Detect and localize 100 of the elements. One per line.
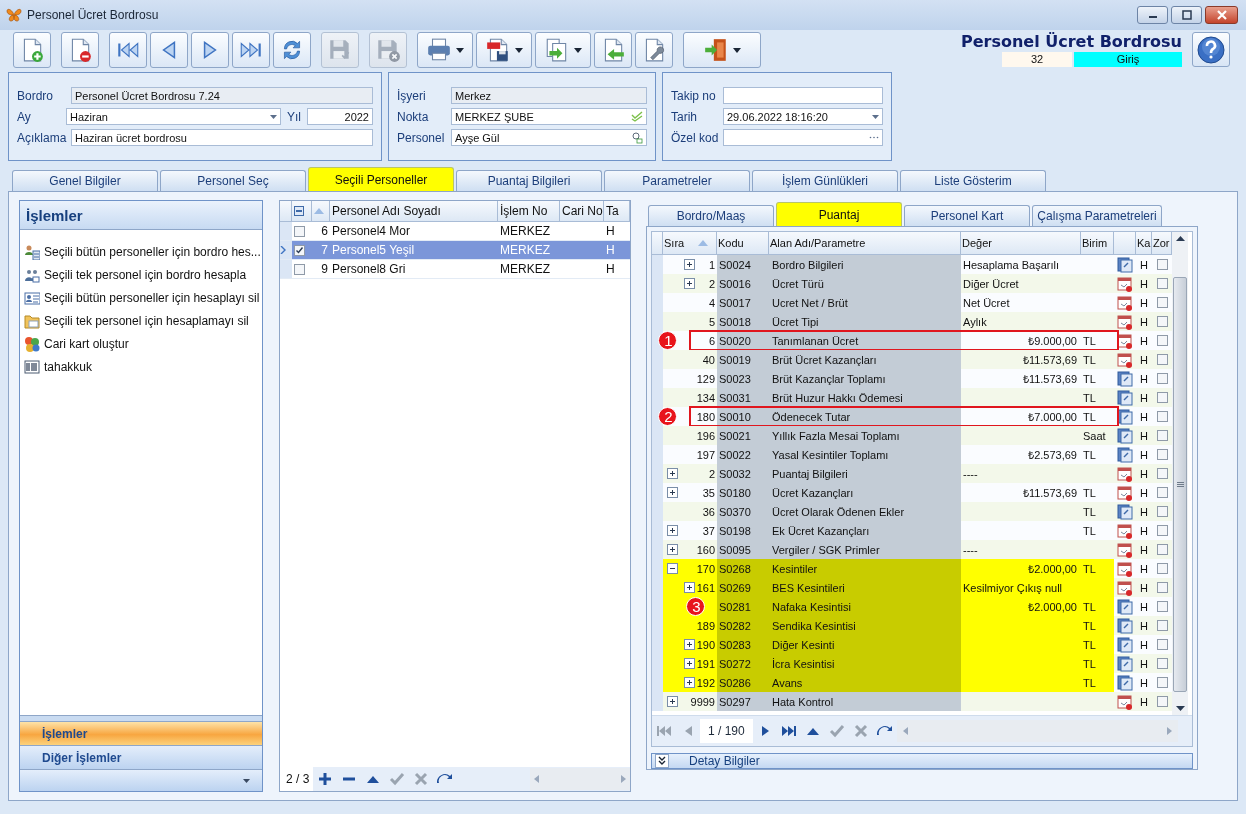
checkbox[interactable] (1156, 601, 1168, 612)
expand-toggle[interactable] (684, 639, 695, 650)
document-arrow-button[interactable] (594, 32, 632, 68)
checkbox[interactable] (1156, 544, 1168, 555)
input-field[interactable]: Merkez (451, 87, 647, 104)
checkbox[interactable] (1156, 658, 1168, 669)
column-header[interactable]: Birim (1081, 232, 1114, 254)
checkbox[interactable] (1156, 525, 1168, 536)
checkbox[interactable] (1156, 392, 1168, 403)
table-row[interactable]: 129 S0023 Brüt Kazançlar Toplamı ₺11.573,69 TL H (652, 369, 1172, 388)
checkbox[interactable] (1156, 620, 1168, 631)
triangle-right-button[interactable] (191, 32, 229, 68)
table-row[interactable]: 36 S0370 Ücret Olarak Ödenen Ekler TL H (652, 502, 1172, 521)
table-row[interactable]: 197 S0022 Yasal Kesintiler Toplamı ₺2.573,69 TL H (652, 445, 1172, 464)
expand-toggle[interactable] (667, 563, 678, 574)
action-item[interactable]: Seçili tek personel için bordro hesapla (22, 263, 262, 286)
checkbox[interactable] (1156, 411, 1168, 422)
tab[interactable]: Bordro/Maaş (648, 205, 774, 226)
table-row[interactable]: 189 S0282 Sendika Kesintisi TL H (652, 616, 1172, 635)
checkbox[interactable] (1156, 487, 1168, 498)
input-field[interactable]: 29.06.2022 18:16:20 (723, 108, 883, 125)
table-row[interactable]: 2 S0016 Ücret Türü Diğer Ücret H (652, 274, 1172, 293)
checkbox[interactable] (1156, 335, 1168, 346)
column-header[interactable]: Sıra (663, 232, 717, 254)
table-row[interactable]: 1 6 S0020 Tanımlanan Ücret ₺9.000,00 TL H (652, 331, 1172, 350)
checkbox[interactable] (1156, 696, 1168, 707)
checkbox[interactable] (1156, 259, 1168, 270)
table-row[interactable]: 37 S0198 Ek Ücret Kazançları TL H (652, 521, 1172, 540)
skip-last-button[interactable] (232, 32, 270, 68)
input-field[interactable]: Personel Ücret Bordrosu 7.24 (71, 87, 373, 104)
tab[interactable]: Personel Kart (904, 205, 1030, 226)
table-row[interactable]: 9999 S0297 Hata Kontrol H (652, 692, 1172, 711)
expand-toggle[interactable] (684, 259, 695, 270)
input-field[interactable] (723, 129, 883, 146)
table-row[interactable]: 40 S0019 Brüt Ücret Kazançları ₺11.573,69 TL H (652, 350, 1172, 369)
checkbox[interactable] (1156, 449, 1168, 460)
tab[interactable]: Personel Seç (160, 170, 306, 191)
door-button[interactable] (683, 32, 761, 68)
table-row[interactable]: 5 S0018 Ücret Tipi Aylık H (652, 312, 1172, 331)
expand-toggle[interactable] (667, 468, 678, 479)
table-row[interactable]: 35 S0180 Ücret Kazançları ₺11.573,69 TL H (652, 483, 1172, 502)
printer-button[interactable] (417, 32, 473, 68)
table-row[interactable]: 190 S0283 Diğer Kesinti TL H (652, 635, 1172, 654)
table-row[interactable]: 4 S0017 Ucret Net / Brüt Net Ücret H (652, 293, 1172, 312)
checkbox[interactable] (1156, 354, 1168, 365)
checkbox[interactable] (1156, 506, 1168, 517)
column-header[interactable]: Cari No (560, 201, 604, 221)
pdf-file-button[interactable] (476, 32, 532, 68)
tab[interactable]: Liste Gösterim (900, 170, 1046, 191)
column-header[interactable]: İşlem No (498, 201, 560, 221)
input-field[interactable]: 2022 (307, 108, 373, 125)
checkbox[interactable] (1156, 316, 1168, 327)
table-row[interactable]: 9 Personel8 Gri MERKEZ H (280, 260, 630, 279)
checkbox[interactable] (1156, 677, 1168, 688)
checkbox[interactable] (1156, 563, 1168, 574)
column-header[interactable]: Alan Adı/Parametre (769, 232, 961, 254)
checkbox[interactable] (1156, 639, 1168, 650)
checkbox[interactable] (1156, 373, 1168, 384)
checkbox[interactable] (294, 263, 305, 275)
table-row[interactable]: 160 S0095 Vergiler / SGK Primler ---- H (652, 540, 1172, 559)
expand-toggle[interactable] (684, 677, 695, 688)
checkbox[interactable] (1156, 430, 1168, 441)
tab[interactable]: Seçili Personeller (308, 167, 454, 191)
document-plus-button[interactable] (13, 32, 51, 68)
skip-first-button[interactable] (109, 32, 147, 68)
column-header[interactable]: Kodu (717, 232, 769, 254)
input-field[interactable] (723, 87, 883, 104)
input-field[interactable]: MERKEZ ŞUBE (451, 108, 647, 125)
expand-toggle[interactable] (684, 658, 695, 669)
table-row[interactable]: 192 S0286 Avans TL H (652, 673, 1172, 692)
checkbox[interactable] (294, 244, 305, 256)
table-row[interactable]: 191 S0272 İcra Kesintisi TL H (652, 654, 1172, 673)
column-header[interactable]: Ka (1136, 232, 1152, 254)
tab[interactable]: Puantaj (776, 202, 902, 226)
wrench-button[interactable] (635, 32, 673, 68)
expand-toggle[interactable] (684, 582, 695, 593)
refresh-button[interactable] (273, 32, 311, 68)
section-button[interactable]: İşlemler (20, 721, 262, 745)
tab[interactable]: İşlem Günlükleri (752, 170, 898, 191)
checkbox[interactable] (1156, 297, 1168, 308)
checkbox[interactable] (294, 225, 305, 237)
table-row[interactable]: 134 S0031 Brüt Huzur Hakkı Ödemesi TL H (652, 388, 1172, 407)
checkbox[interactable] (1156, 468, 1168, 479)
table-row[interactable]: 170 S0268 Kesintiler ₺2.000,00 TL H (652, 559, 1172, 578)
overflow-button[interactable] (20, 769, 262, 791)
input-field[interactable]: Haziran ücret bordrosu (71, 129, 373, 146)
checkbox[interactable] (1156, 278, 1168, 289)
table-row[interactable]: 2 S0032 Puantaj Bilgileri ---- H (652, 464, 1172, 483)
action-item[interactable]: Seçili bütün personeller için bordro hes... (22, 240, 262, 263)
action-item[interactable]: Seçili tek personel için hesaplamayı sil (22, 309, 262, 332)
expand-toggle[interactable] (667, 696, 678, 707)
checkbox[interactable] (1156, 582, 1168, 593)
tab[interactable]: Genel Bilgiler (12, 170, 158, 191)
close-button[interactable] (1205, 6, 1238, 24)
table-row[interactable]: 161 S0269 BES Kesintileri Kesilmiyor Çıkış null H (652, 578, 1172, 597)
column-header[interactable]: Değer (961, 232, 1081, 254)
column-header[interactable]: Ta (604, 201, 630, 221)
tab[interactable]: Çalışma Parametreleri (1032, 205, 1162, 226)
action-item[interactable]: tahakkuk (22, 355, 262, 378)
tab[interactable]: Puantaj Bilgileri (456, 170, 602, 191)
